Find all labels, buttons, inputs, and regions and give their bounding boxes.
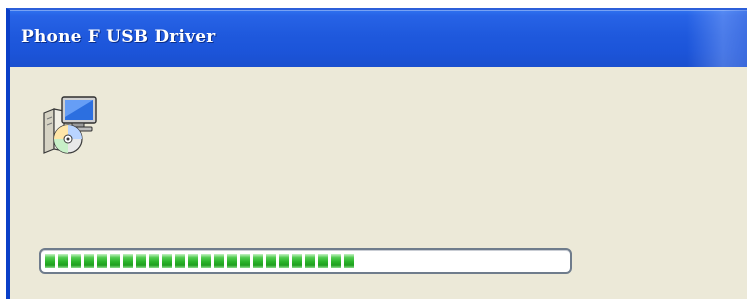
progress-block	[149, 254, 159, 268]
progress-fill	[45, 254, 354, 268]
progress-block	[279, 254, 289, 268]
progress-block	[266, 254, 276, 268]
progress-block	[175, 254, 185, 268]
progress-block	[292, 254, 302, 268]
progress-block	[45, 254, 55, 268]
progress-block	[305, 254, 315, 268]
title-bar[interactable]: Phone F USB Driver	[10, 10, 747, 67]
installer-window: Phone F USB Driver	[6, 8, 747, 299]
progress-block	[110, 254, 120, 268]
progress-block	[84, 254, 94, 268]
progress-block	[227, 254, 237, 268]
progress-block	[344, 254, 354, 268]
progress-block	[201, 254, 211, 268]
progress-block	[318, 254, 328, 268]
window-title: Phone F USB Driver	[21, 27, 216, 47]
install-progress-bar	[39, 248, 572, 274]
installer-content	[10, 67, 747, 299]
progress-block	[162, 254, 172, 268]
progress-block	[58, 254, 68, 268]
progress-block	[123, 254, 133, 268]
progress-block	[97, 254, 107, 268]
progress-block	[240, 254, 250, 268]
progress-block	[331, 254, 341, 268]
progress-block	[136, 254, 146, 268]
progress-block	[188, 254, 198, 268]
progress-block	[214, 254, 224, 268]
installer-computer-cd-icon	[38, 89, 108, 159]
installer-computer-cd-icon-graphic	[43, 96, 97, 154]
progress-block	[71, 254, 81, 268]
progress-block	[253, 254, 263, 268]
